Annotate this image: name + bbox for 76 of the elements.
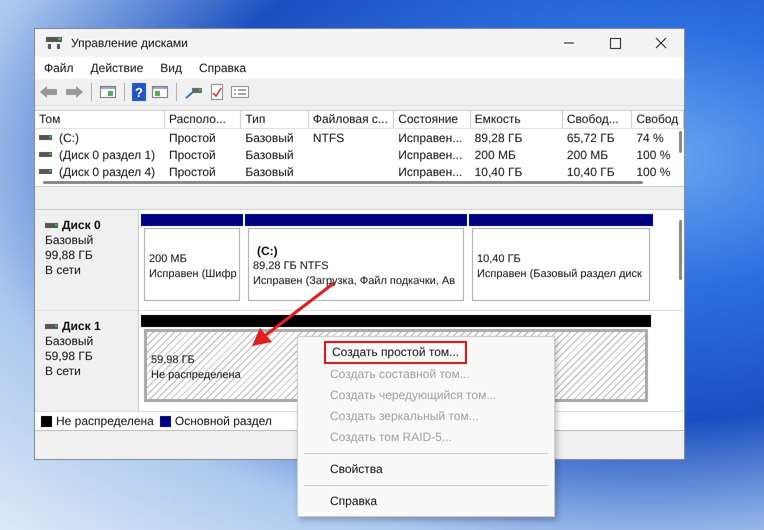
column-header[interactable]: Свобод (632, 111, 684, 128)
partition-status: Исправен (Шифр (149, 266, 237, 282)
column-header[interactable]: Том (35, 111, 165, 128)
panel-icon[interactable] (151, 84, 169, 100)
disk-status: В сети (45, 263, 82, 278)
context-menu-item[interactable]: Справка (324, 491, 550, 512)
column-header[interactable]: Тип (241, 111, 309, 128)
table-cell: 200 МБ (474, 148, 516, 162)
drive-icon (39, 134, 53, 142)
table-cell: 10,40 ГБ (474, 164, 522, 178)
legend-label: Не распределена (56, 414, 154, 428)
drive-icon (39, 168, 53, 176)
menu-item[interactable]: Вид (160, 61, 182, 75)
table-cell: 89,28 ГБ (474, 130, 522, 144)
partition-size: 10,40 ГБ (477, 252, 521, 266)
drive-icon (45, 222, 59, 230)
partition-block[interactable]: 10,40 ГБ Исправен (Базовый раздел диск (472, 228, 650, 301)
table-cell: Простой (168, 130, 216, 144)
partition-block[interactable]: (C:) 89,28 ГБ NTFS Исправен (Загрузка, Файл подкачки, Ав (248, 228, 464, 301)
table-cell: 200 МБ (566, 148, 608, 162)
list-icon[interactable] (230, 84, 250, 100)
drive-icon (39, 150, 53, 158)
table-cell: 10,40 ГБ (566, 164, 615, 178)
disk-management-icon (45, 35, 63, 51)
partition-status: Исправен (Базовый раздел диск (477, 266, 642, 282)
legend-label: Основной раздел (174, 414, 272, 428)
context-menu-item[interactable]: Создать простой том... (324, 341, 468, 364)
drive-icon (45, 322, 59, 330)
context-menu-item[interactable]: Свойства (324, 459, 550, 480)
partition-block[interactable]: 200 МБ Исправен (Шифр (144, 228, 240, 301)
menu-item[interactable]: Справка (199, 61, 246, 75)
partition-size: 89,28 ГБ NTFS (253, 259, 329, 274)
table-cell: (Диск 0 раздел 4) (59, 164, 156, 178)
checklist-document-icon[interactable] (209, 83, 225, 101)
column-header[interactable]: Состояние (394, 111, 471, 128)
partition-status: Исправен (Загрузка, Файл подкачки, Ав (253, 274, 456, 289)
table-cell: Базовый (245, 130, 294, 144)
table-cell: Простой (168, 148, 216, 162)
back-arrow-icon[interactable] (39, 84, 59, 100)
column-header[interactable]: Емкость (470, 111, 563, 128)
table-cell: Базовый (245, 148, 294, 162)
column-header[interactable]: Располо... (164, 111, 242, 128)
disk-name: Диск 1 (62, 319, 101, 334)
table-cell: Базовый (245, 164, 294, 178)
table-cell: Исправен... (398, 164, 462, 178)
table-cell: Простой (168, 164, 216, 178)
table-cell: 65,72 ГБ (566, 130, 615, 144)
disk-type: Базовый (45, 233, 94, 248)
disk-size: 99,88 ГБ (45, 248, 94, 263)
table-cell: Исправен... (398, 148, 462, 162)
table-cell: (C:) (59, 130, 79, 144)
forward-arrow-icon[interactable] (64, 84, 84, 100)
partition-label: (C:) (256, 244, 278, 259)
column-header[interactable]: Свобод... (562, 111, 632, 128)
disk-status: В сети (45, 364, 82, 379)
partition-size: 59,98 ГБ (151, 352, 195, 368)
table-cell: 100 % (636, 164, 670, 178)
table-cell: (Диск 0 раздел 1) (59, 148, 156, 162)
menu-item[interactable]: Файл (44, 61, 74, 75)
disk-type: Базовый (45, 334, 94, 349)
console-tree-icon[interactable] (99, 84, 117, 100)
table-cell: NTFS (312, 130, 344, 144)
table-cell: 74 % (636, 130, 664, 144)
partition-size: 200 МБ (149, 252, 187, 266)
help-icon[interactable]: ? (132, 83, 146, 101)
horizontal-scrollbar[interactable] (43, 181, 643, 184)
column-header[interactable]: Файловая с... (308, 111, 394, 128)
table-cell: Исправен... (398, 130, 462, 144)
menu-item[interactable]: Действие (90, 61, 144, 75)
window-title: Управление дисками (71, 36, 188, 50)
disk-name: Диск 0 (62, 218, 101, 233)
vertical-scrollbar[interactable] (679, 220, 682, 280)
partition-status: Не распределена (151, 368, 241, 382)
disk-size: 59,98 ГБ (45, 349, 94, 364)
vertical-scrollbar[interactable] (679, 131, 682, 153)
table-cell: 100 % (636, 148, 670, 162)
